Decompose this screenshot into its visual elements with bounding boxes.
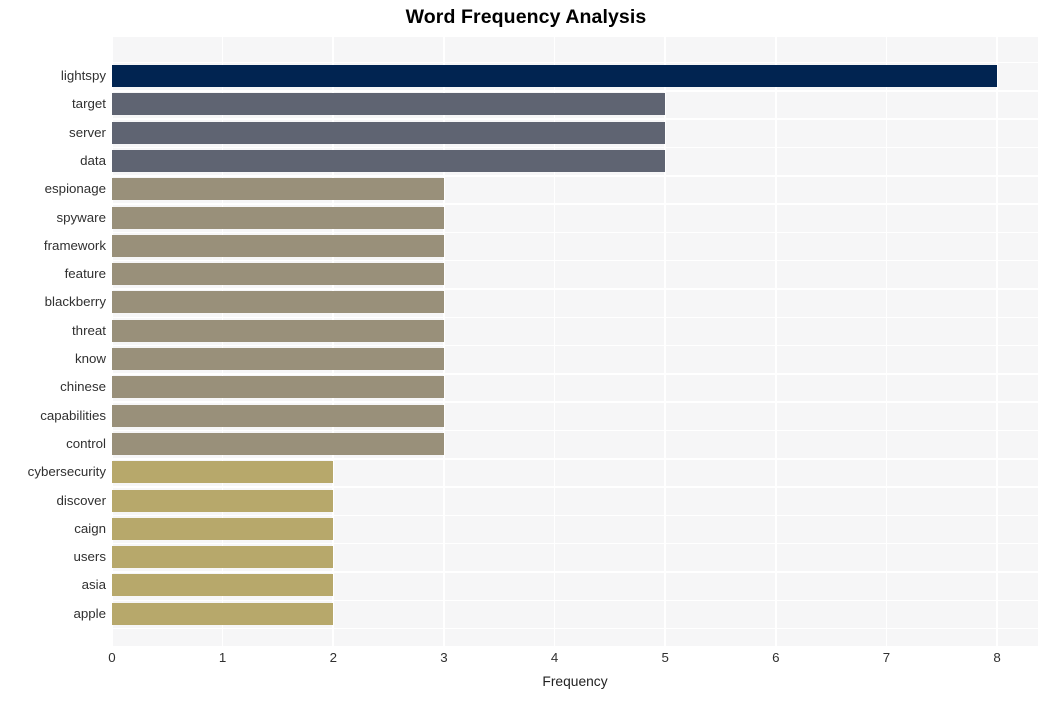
- y-tick-label-server: server: [69, 124, 106, 140]
- gridline-horizontal: [112, 542, 1038, 545]
- plot-area: [112, 37, 1038, 646]
- y-tick-label-discover: discover: [56, 492, 106, 508]
- gridline-horizontal: [112, 259, 1038, 262]
- gridline-horizontal: [112, 627, 1038, 630]
- gridline-horizontal: [112, 90, 1038, 92]
- bar-cybersecurity[interactable]: [112, 461, 334, 484]
- x-tick-label-7: 7: [882, 650, 891, 665]
- x-tick-label-6: 6: [772, 650, 780, 665]
- bar-discover[interactable]: [112, 489, 334, 512]
- bar-capabilities[interactable]: [112, 404, 444, 427]
- word-frequency-chart: Word Frequency Analysis lightspy target se…: [0, 0, 1052, 701]
- x-tick-label-2: 2: [329, 650, 337, 665]
- gridline-horizontal: [112, 571, 1038, 573]
- y-tick-label-apple: apple: [73, 605, 106, 621]
- gridline-horizontal: [112, 429, 1038, 432]
- y-tick-label-control: control: [66, 435, 106, 451]
- gridline-vertical: [774, 37, 777, 646]
- gridline-horizontal: [112, 288, 1038, 290]
- y-tick-label-capabilities: capabilities: [40, 407, 106, 423]
- bar-framework[interactable]: [112, 234, 444, 257]
- x-tick-label-3: 3: [440, 650, 448, 665]
- page-title: Word Frequency Analysis: [405, 6, 647, 28]
- x-tick-label-5: 5: [661, 650, 669, 665]
- gridline-horizontal: [112, 599, 1038, 602]
- gridline-horizontal: [112, 514, 1038, 517]
- gridline-horizontal: [112, 146, 1038, 149]
- bar-spyware[interactable]: [112, 206, 444, 229]
- gridline-horizontal: [112, 231, 1038, 234]
- bar-server[interactable]: [112, 121, 666, 144]
- gridline-horizontal: [112, 203, 1038, 205]
- gridline-vertical: [885, 37, 888, 646]
- x-axis-label: Frequency: [542, 674, 608, 689]
- bar-data[interactable]: [112, 149, 666, 172]
- y-tick-label-espionage: espionage: [44, 181, 106, 197]
- bar-users[interactable]: [112, 546, 334, 569]
- gridline-horizontal: [112, 486, 1038, 488]
- gridline-horizontal: [112, 118, 1038, 120]
- y-tick-label-chinese: chinese: [60, 379, 106, 395]
- y-tick-label-spyware: spyware: [56, 209, 106, 225]
- x-tick-label-4: 4: [550, 650, 559, 665]
- y-tick-label-threat: threat: [71, 322, 106, 338]
- y-tick-label-know: know: [74, 351, 106, 366]
- gridline-horizontal: [112, 175, 1038, 177]
- bar-threat[interactable]: [112, 319, 444, 342]
- bar-espionage[interactable]: [112, 178, 444, 201]
- gridline-horizontal: [112, 61, 1038, 64]
- bar-caign[interactable]: [112, 517, 334, 540]
- y-tick-label-framework: framework: [43, 237, 106, 253]
- bar-target[interactable]: [112, 93, 666, 116]
- gridline-horizontal: [112, 373, 1038, 375]
- bar-apple[interactable]: [112, 602, 334, 625]
- bar-chinese[interactable]: [112, 376, 444, 399]
- bar-control[interactable]: [112, 432, 444, 455]
- y-tick-label-caign: caign: [74, 520, 106, 536]
- y-tick-label-lightspy: lightspy: [60, 68, 106, 83]
- y-tick-label-target: target: [71, 96, 106, 112]
- x-axis-tick-labels: 0 1 2 3 4 5 6 7 8: [108, 646, 1038, 672]
- y-tick-label-blackberry: blackberry: [44, 294, 106, 310]
- y-tick-label-data: data: [80, 152, 106, 168]
- y-tick-label-feature: feature: [64, 266, 106, 282]
- gridline-horizontal: [112, 401, 1038, 403]
- y-tick-label-asia: asia: [81, 577, 106, 593]
- x-tick-label-1: 1: [218, 650, 227, 665]
- gridline-vertical: [996, 37, 998, 646]
- x-tick-label-8: 8: [993, 650, 1001, 665]
- bar-asia[interactable]: [112, 574, 334, 597]
- gridline-horizontal: [112, 344, 1038, 347]
- gridline-horizontal: [112, 458, 1038, 460]
- bar-know[interactable]: [112, 348, 444, 370]
- bar-lightspy[interactable]: [112, 65, 998, 87]
- y-tick-label-users: users: [73, 549, 106, 565]
- x-tick-label-0: 0: [108, 650, 116, 665]
- y-axis-tick-labels: lightspy target server data espionage spyware…: [0, 37, 106, 646]
- bar-feature[interactable]: [112, 263, 444, 286]
- gridline-horizontal: [112, 316, 1038, 319]
- bar-blackberry[interactable]: [112, 291, 444, 314]
- y-tick-label-cybersecurity: cybersecurity: [27, 464, 106, 480]
